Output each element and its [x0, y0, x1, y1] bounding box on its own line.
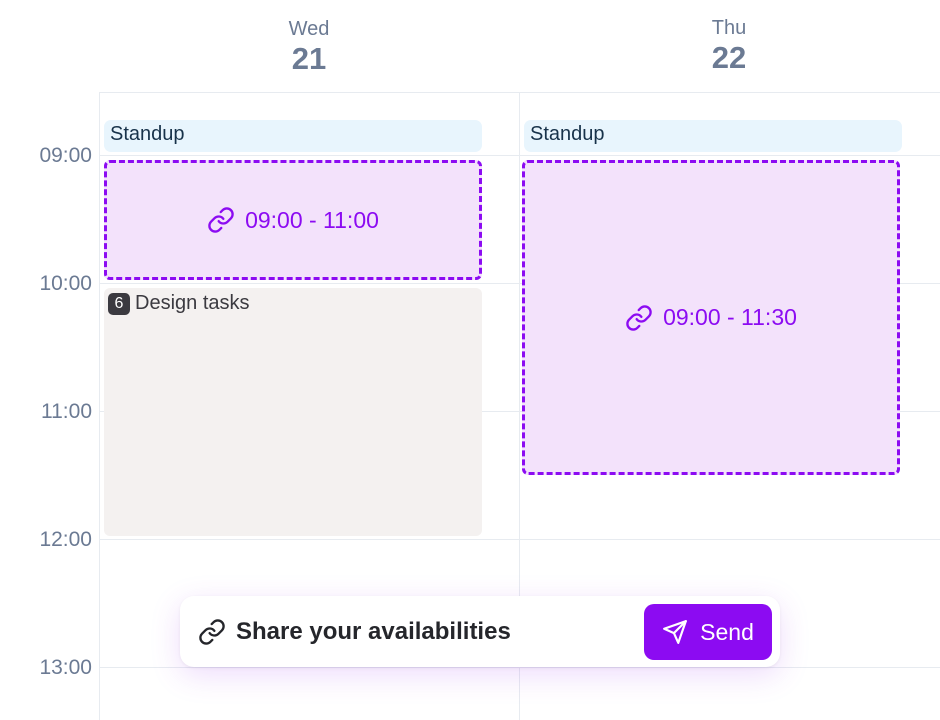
link-icon: [208, 207, 234, 233]
slot-time-range: 09:00 - 11:00: [245, 206, 379, 233]
grid-line: [99, 539, 940, 540]
availability-slot-thu[interactable]: 09:00 - 11:30: [522, 160, 900, 475]
day-header-thu: Thu 22: [519, 15, 939, 75]
event-standup-wed[interactable]: Standup: [104, 120, 482, 152]
time-label: 11:00: [41, 400, 92, 423]
share-label: Share your availabilities: [236, 618, 511, 645]
send-button-label: Send: [700, 618, 754, 645]
time-label: 13:00: [39, 656, 92, 679]
day-header-wed: Wed 21: [99, 16, 519, 76]
day-date: 22: [711, 40, 747, 75]
day-date: 21: [291, 41, 327, 76]
send-button[interactable]: Send: [644, 604, 772, 660]
event-title: Standup: [530, 123, 605, 145]
share-availability-bar: Share your availabilities Send: [180, 596, 780, 667]
event-title: Design tasks: [135, 292, 250, 314]
grid-line: [99, 667, 940, 668]
grid-line: [99, 155, 940, 156]
day-name: Thu: [711, 17, 747, 39]
availability-slot-wed[interactable]: 09:00 - 11:00: [104, 160, 482, 280]
day-name: Wed: [288, 18, 330, 40]
event-title: Standup: [110, 123, 185, 145]
link-icon: [199, 619, 225, 645]
slot-time-range: 09:00 - 11:30: [663, 304, 797, 330]
grid-column-divider: [99, 92, 100, 720]
event-design-tasks[interactable]: 6 Design tasks: [104, 288, 482, 536]
time-label: 09:00: [39, 144, 92, 167]
event-standup-thu[interactable]: Standup: [524, 120, 902, 152]
send-icon: [663, 620, 688, 644]
time-label: 10:00: [39, 272, 92, 295]
event-count-badge: 6: [108, 292, 130, 315]
link-icon: [626, 304, 652, 331]
time-label: 12:00: [39, 528, 92, 551]
